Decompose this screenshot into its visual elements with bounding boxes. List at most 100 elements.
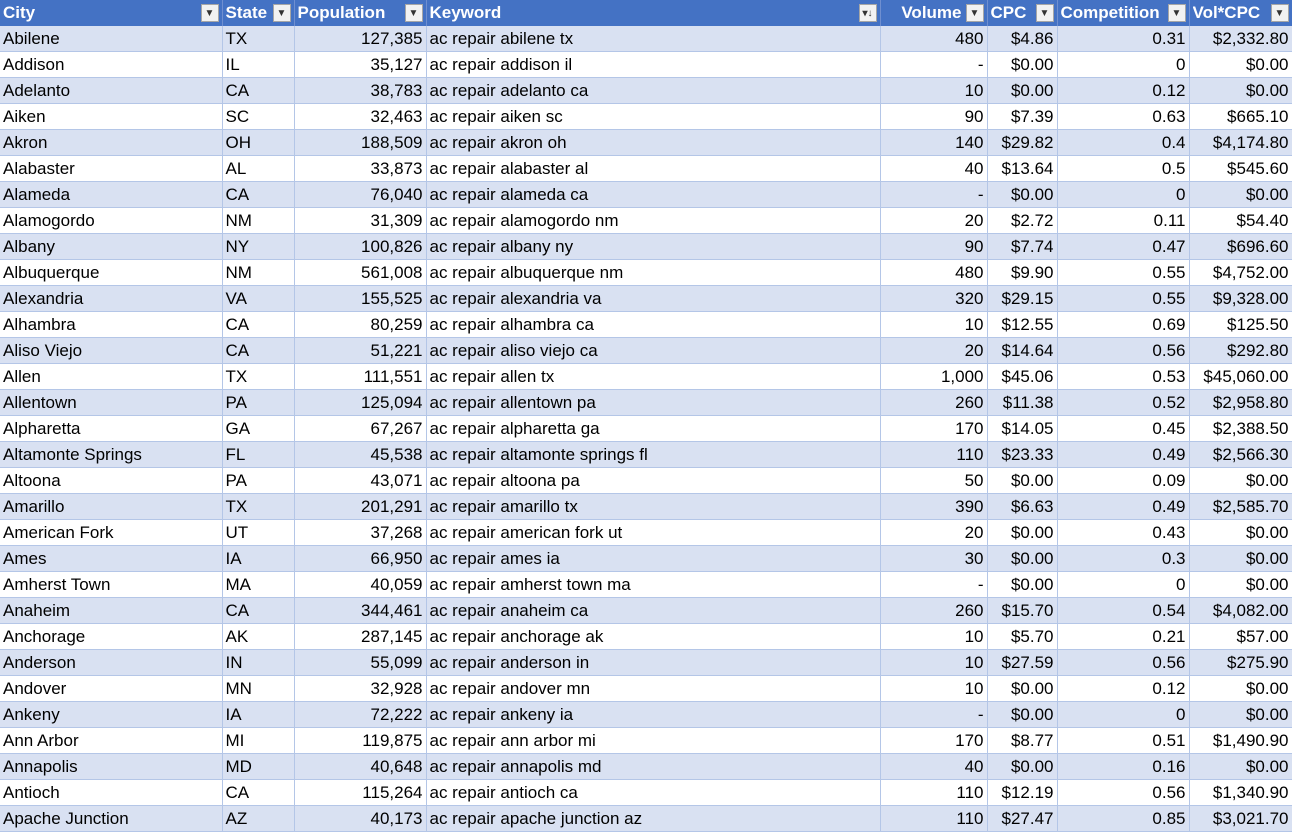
cell-volume[interactable]: 480 xyxy=(880,26,988,52)
cell-vol-cpc[interactable]: $1,340.90 xyxy=(1189,779,1292,806)
cell-volume[interactable]: 110 xyxy=(880,779,988,806)
cell-volume[interactable]: - xyxy=(880,51,988,78)
cell-competition[interactable]: 0.3 xyxy=(1057,545,1190,572)
cell-city[interactable]: Apache Junction xyxy=(0,805,223,832)
cell-population[interactable]: 115,264 xyxy=(294,779,427,806)
cell-city[interactable]: Amherst Town xyxy=(0,571,223,598)
cell-vol-cpc[interactable]: $275.90 xyxy=(1189,649,1292,676)
cell-cpc[interactable]: $0.00 xyxy=(987,181,1058,208)
cell-keyword[interactable]: ac repair albuquerque nm xyxy=(426,259,881,286)
cell-cpc[interactable]: $15.70 xyxy=(987,597,1058,624)
cell-cpc[interactable]: $2.72 xyxy=(987,207,1058,234)
table-row[interactable]: Alameda CA 76,040 ac repair alameda ca - $0.0… xyxy=(0,181,1292,208)
cell-state[interactable]: IL xyxy=(222,51,295,78)
cell-volume[interactable]: 1,000 xyxy=(880,363,988,390)
cell-volume[interactable]: 50 xyxy=(880,467,988,494)
cell-volume[interactable]: - xyxy=(880,181,988,208)
cell-vol-cpc[interactable]: $4,082.00 xyxy=(1189,597,1292,624)
cell-cpc[interactable]: $0.00 xyxy=(987,571,1058,598)
cell-state[interactable]: IN xyxy=(222,649,295,676)
cell-state[interactable]: IA xyxy=(222,701,295,728)
cell-state[interactable]: MA xyxy=(222,571,295,598)
cell-keyword[interactable]: ac repair altamonte springs fl xyxy=(426,441,881,468)
cell-keyword[interactable]: ac repair andover mn xyxy=(426,675,881,702)
cell-cpc[interactable]: $27.59 xyxy=(987,649,1058,676)
cell-keyword[interactable]: ac repair ann arbor mi xyxy=(426,727,881,754)
cell-volume[interactable]: 20 xyxy=(880,519,988,546)
cell-cpc[interactable]: $45.06 xyxy=(987,363,1058,390)
cell-keyword[interactable]: ac repair anderson in xyxy=(426,649,881,676)
cell-population[interactable]: 72,222 xyxy=(294,701,427,728)
cell-city[interactable]: Antioch xyxy=(0,779,223,806)
cell-population[interactable]: 45,538 xyxy=(294,441,427,468)
cell-city[interactable]: Allentown xyxy=(0,389,223,416)
cell-vol-cpc[interactable]: $2,958.80 xyxy=(1189,389,1292,416)
cell-vol-cpc[interactable]: $665.10 xyxy=(1189,103,1292,130)
cell-keyword[interactable]: ac repair addison il xyxy=(426,51,881,78)
cell-volume[interactable]: 30 xyxy=(880,545,988,572)
cell-cpc[interactable]: $29.15 xyxy=(987,285,1058,312)
cell-state[interactable]: NM xyxy=(222,207,295,234)
cell-competition[interactable]: 0.51 xyxy=(1057,727,1190,754)
table-row[interactable]: Alexandria VA 155,525 ac repair alexandria … xyxy=(0,285,1292,312)
table-row[interactable]: Alabaster AL 33,873 ac repair alabaster al 4… xyxy=(0,155,1292,182)
table-row[interactable]: Aiken SC 32,463 ac repair aiken sc 90 $7.39 0.… xyxy=(0,103,1292,130)
cell-keyword[interactable]: ac repair alamogordo nm xyxy=(426,207,881,234)
cell-competition[interactable]: 0.11 xyxy=(1057,207,1190,234)
cell-cpc[interactable]: $4.86 xyxy=(987,26,1058,52)
table-row[interactable]: Akron OH 188,509 ac repair akron oh 140 $29.8… xyxy=(0,129,1292,156)
cell-vol-cpc[interactable]: $0.00 xyxy=(1189,701,1292,728)
cell-competition[interactable]: 0.54 xyxy=(1057,597,1190,624)
cell-state[interactable]: CA xyxy=(222,311,295,338)
cell-vol-cpc[interactable]: $9,328.00 xyxy=(1189,285,1292,312)
cell-population[interactable]: 80,259 xyxy=(294,311,427,338)
cell-city[interactable]: Ankeny xyxy=(0,701,223,728)
cell-cpc[interactable]: $5.70 xyxy=(987,623,1058,650)
cell-competition[interactable]: 0.12 xyxy=(1057,77,1190,104)
cell-vol-cpc[interactable]: $696.60 xyxy=(1189,233,1292,260)
cell-population[interactable]: 33,873 xyxy=(294,155,427,182)
cell-cpc[interactable]: $11.38 xyxy=(987,389,1058,416)
cell-keyword[interactable]: ac repair allentown pa xyxy=(426,389,881,416)
cell-vol-cpc[interactable]: $1,490.90 xyxy=(1189,727,1292,754)
cell-population[interactable]: 55,099 xyxy=(294,649,427,676)
cell-cpc[interactable]: $9.90 xyxy=(987,259,1058,286)
cell-state[interactable]: SC xyxy=(222,103,295,130)
cell-volume[interactable]: 40 xyxy=(880,753,988,780)
cell-competition[interactable]: 0.63 xyxy=(1057,103,1190,130)
cell-vol-cpc[interactable]: $2,388.50 xyxy=(1189,415,1292,442)
cell-population[interactable]: 37,268 xyxy=(294,519,427,546)
cell-state[interactable]: VA xyxy=(222,285,295,312)
table-row[interactable]: Alamogordo NM 31,309 ac repair alamogordo n… xyxy=(0,207,1292,234)
cell-keyword[interactable]: ac repair aliso viejo ca xyxy=(426,337,881,364)
cell-volume[interactable]: - xyxy=(880,571,988,598)
cell-city[interactable]: Altoona xyxy=(0,467,223,494)
cell-volume[interactable]: 110 xyxy=(880,441,988,468)
cell-competition[interactable]: 0 xyxy=(1057,701,1190,728)
cell-population[interactable]: 40,173 xyxy=(294,805,427,832)
cell-competition[interactable]: 0.09 xyxy=(1057,467,1190,494)
cell-keyword[interactable]: ac repair alexandria va xyxy=(426,285,881,312)
cell-state[interactable]: NY xyxy=(222,233,295,260)
cell-population[interactable]: 561,008 xyxy=(294,259,427,286)
cell-cpc[interactable]: $0.00 xyxy=(987,77,1058,104)
cell-population[interactable]: 66,950 xyxy=(294,545,427,572)
table-row[interactable]: Albuquerque NM 561,008 ac repair albuquerqu… xyxy=(0,259,1292,286)
cell-vol-cpc[interactable]: $54.40 xyxy=(1189,207,1292,234)
cell-city[interactable]: Anderson xyxy=(0,649,223,676)
filter-dropdown-icon[interactable]: ▼ xyxy=(965,4,984,22)
cell-population[interactable]: 76,040 xyxy=(294,181,427,208)
cell-cpc[interactable]: $13.64 xyxy=(987,155,1058,182)
cell-competition[interactable]: 0 xyxy=(1057,181,1190,208)
cell-vol-cpc[interactable]: $4,174.80 xyxy=(1189,129,1292,156)
cell-vol-cpc[interactable]: $545.60 xyxy=(1189,155,1292,182)
filter-dropdown-icon[interactable]: ▼ xyxy=(404,4,423,22)
cell-keyword[interactable]: ac repair alhambra ca xyxy=(426,311,881,338)
cell-state[interactable]: TX xyxy=(222,363,295,390)
cell-keyword[interactable]: ac repair allen tx xyxy=(426,363,881,390)
cell-cpc[interactable]: $0.00 xyxy=(987,51,1058,78)
cell-population[interactable]: 40,059 xyxy=(294,571,427,598)
table-row[interactable]: Ann Arbor MI 119,875 ac repair ann arbor mi… xyxy=(0,727,1292,754)
cell-keyword[interactable]: ac repair american fork ut xyxy=(426,519,881,546)
filter-dropdown-icon[interactable]: ▼ xyxy=(1167,4,1186,22)
